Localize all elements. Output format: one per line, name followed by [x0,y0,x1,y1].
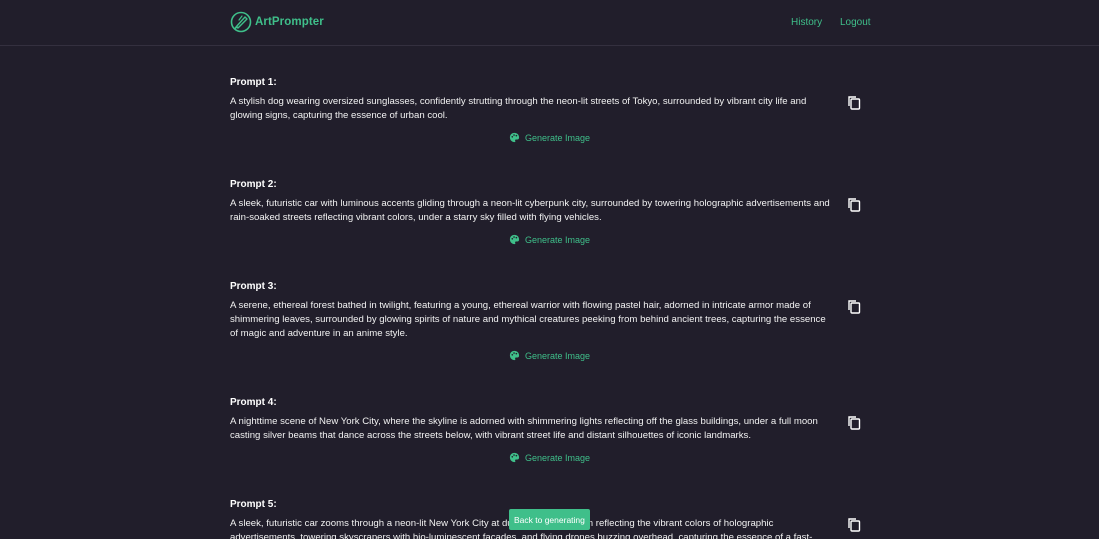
copy-icon[interactable] [847,197,861,212]
generate-image-button[interactable]: Generate Image [509,452,590,463]
prompt-text: A serene, ethereal forest bathed in twil… [230,300,826,339]
prompt-card: Prompt 4: A nighttime scene of New York … [230,396,870,463]
back-to-generating-button[interactable]: Back to generating [509,509,590,530]
prompt-card: Prompt 3: A serene, ethereal forest bath… [230,280,870,361]
nav-logout-link[interactable]: Logout [840,17,871,28]
generate-image-button[interactable]: Generate Image [509,350,590,361]
nav-history-link[interactable]: History [791,17,822,28]
header: ArtPrompter History Logout [0,0,1099,46]
copy-icon[interactable] [847,517,861,532]
brand-link[interactable]: ArtPrompter [230,11,324,33]
generate-image-label: Generate Image [525,132,591,143]
prompt-title: Prompt 1: [230,77,277,88]
prompt-card: Prompt 1: A stylish dog wearing oversize… [230,76,870,143]
copy-icon[interactable] [847,95,861,110]
prompt-title: Prompt 4: [230,397,277,408]
generate-image-button[interactable]: Generate Image [509,234,590,245]
palette-icon [509,132,520,143]
generate-image-label: Generate Image [525,452,591,463]
prompt-card: Prompt 2: A sleek, futuristic car with l… [230,178,870,245]
page: ArtPrompter History Logout Prompt 1: A s… [0,0,1099,539]
prompt-text: A nighttime scene of New York City, wher… [230,416,818,441]
prompt-title: Prompt 2: [230,179,277,190]
generate-image-label: Generate Image [525,350,591,361]
prompt-text: A sleek, futuristic car with luminous ac… [230,198,830,223]
brush-logo-icon [230,11,252,33]
prompt-text: A stylish dog wearing oversized sunglass… [230,96,807,121]
palette-icon [509,234,520,245]
generate-image-button[interactable]: Generate Image [509,132,590,143]
generate-image-label: Generate Image [525,234,591,245]
palette-icon [509,452,520,463]
brand-name: ArtPrompter [255,16,324,28]
copy-icon[interactable] [847,415,861,430]
copy-icon[interactable] [847,299,861,314]
palette-icon [509,350,520,361]
prompt-title: Prompt 3: [230,281,277,292]
